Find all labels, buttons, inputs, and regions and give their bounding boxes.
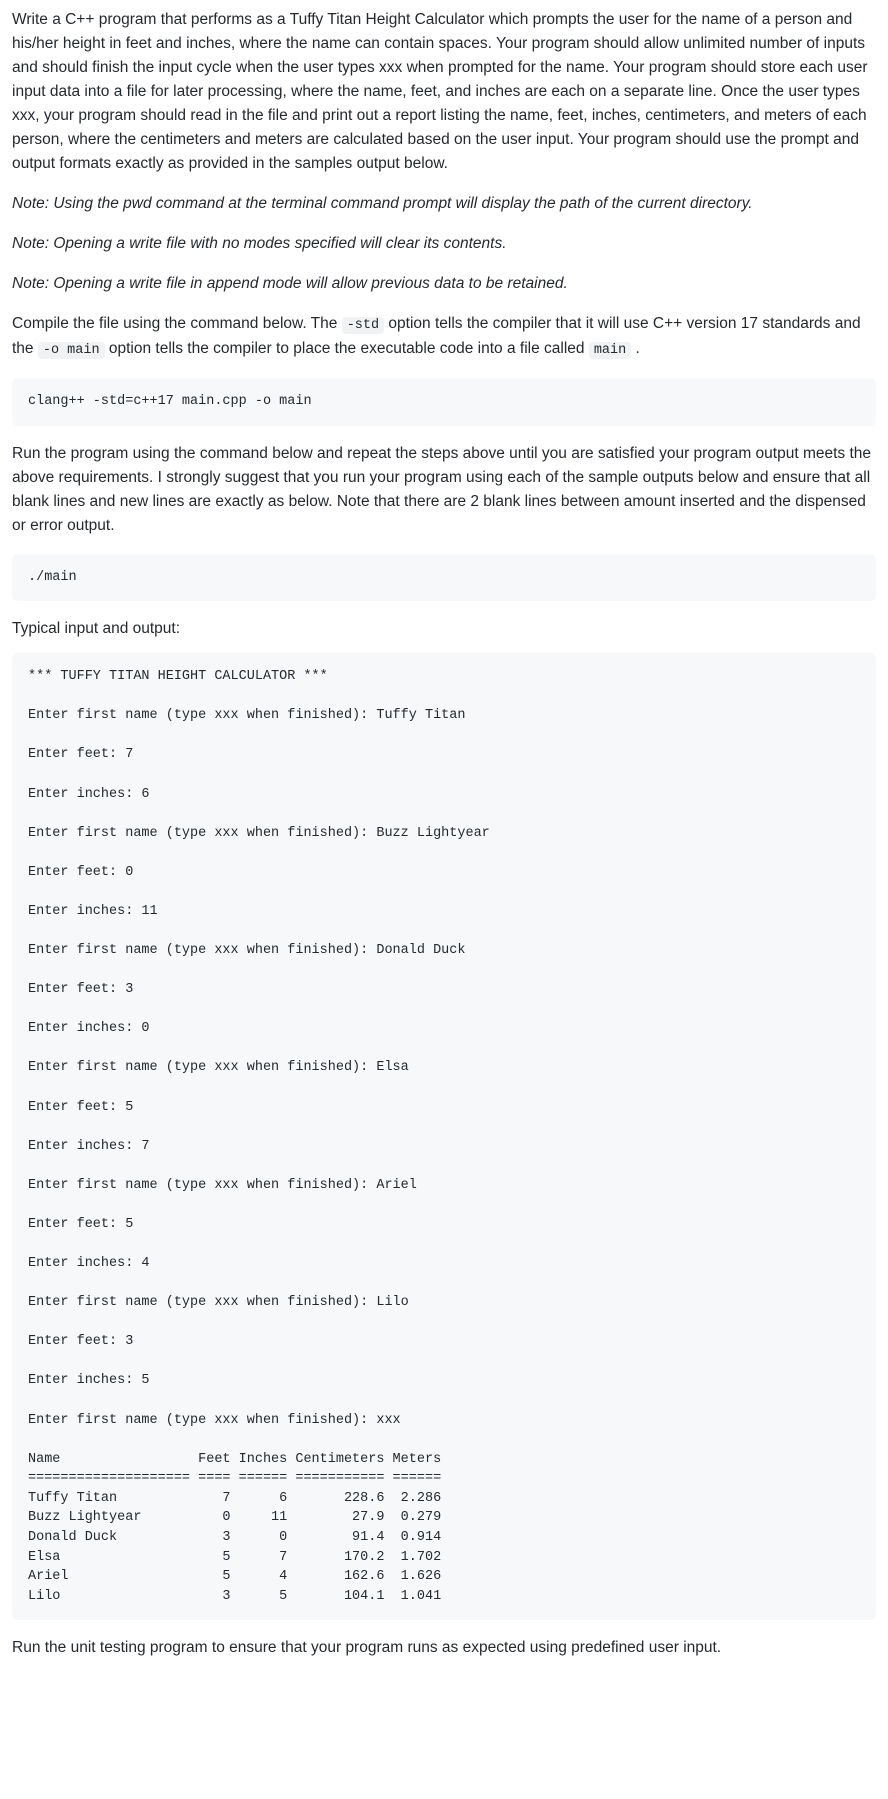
compile-command-block: clang++ -std=c++17 main.cpp -o main: [12, 378, 876, 426]
note-write-append-text: Note: Opening a write file in append mod…: [12, 275, 568, 292]
run-paragraph: Run the program using the command below …: [12, 442, 876, 538]
note-write-append: Note: Opening a write file in append mod…: [12, 272, 876, 296]
unit-test-paragraph: Run the unit testing program to ensure t…: [12, 1636, 876, 1660]
compile-paragraph: Compile the file using the command below…: [12, 312, 876, 362]
compile-text-post: .: [631, 340, 640, 357]
compile-text-mid2: option tells the compiler to place the e…: [105, 340, 589, 357]
note-pwd-text: Note: Using the pwd command at the termi…: [12, 195, 753, 212]
note-write-clear-text: Note: Opening a write file with no modes…: [12, 235, 507, 252]
o-main-option-code: -o main: [38, 342, 105, 359]
run-command-block: ./main: [12, 554, 876, 602]
note-write-clear: Note: Opening a write file with no modes…: [12, 232, 876, 256]
main-file-code: main: [589, 342, 631, 359]
typical-io-label: Typical input and output:: [12, 617, 876, 641]
std-option-code: -std: [342, 317, 384, 334]
compile-text-pre: Compile the file using the command below…: [12, 315, 342, 332]
note-pwd: Note: Using the pwd command at the termi…: [12, 192, 876, 216]
intro-paragraph: Write a C++ program that performs as a T…: [12, 8, 876, 176]
sample-output-block: *** TUFFY TITAN HEIGHT CALCULATOR *** En…: [12, 653, 876, 1620]
